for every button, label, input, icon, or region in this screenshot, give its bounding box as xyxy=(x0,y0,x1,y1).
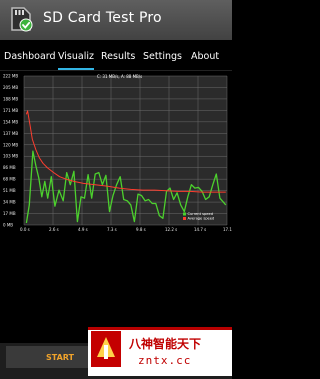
y-tick-label: 120 MB xyxy=(3,142,18,147)
app-title: SD Card Test Pro xyxy=(43,10,162,26)
y-tick-label: 17 MB xyxy=(3,211,16,216)
x-tick-label: 7.3 s xyxy=(107,227,117,232)
legend-swatch-current-speed xyxy=(183,212,186,216)
x-tick-label: 2.6 s xyxy=(49,227,59,232)
chart-annotation: C: 31 MB/s, A: 88 MB/s xyxy=(97,74,142,79)
y-tick-label: 86 MB xyxy=(3,165,16,170)
y-tick-label: 205 MB xyxy=(3,85,18,90)
x-tick-label: 12.2 s xyxy=(165,227,177,232)
y-tick-label: 137 MB xyxy=(3,131,18,136)
watermark-url: zntx.cc xyxy=(138,354,192,367)
legend-label-average-speed: Average speed xyxy=(188,217,215,221)
sd-card-icon xyxy=(11,7,33,32)
x-tick-label: 4.9 s xyxy=(78,227,88,232)
legend-label-current-speed: Current speed xyxy=(188,212,214,216)
app-bar: SD Card Test Pro xyxy=(0,0,232,40)
tab-visualization[interactable]: Visualiz xyxy=(58,51,94,62)
y-tick-label: 103 MB xyxy=(3,154,18,159)
y-tick-label: 68 MB xyxy=(3,177,16,182)
y-tick-label: 51 MB xyxy=(3,188,16,193)
tab-bar: Dashboard Visualiz Results Settings Abou… xyxy=(0,44,232,71)
tab-results[interactable]: Results xyxy=(101,51,135,62)
tab-settings[interactable]: Settings xyxy=(143,51,182,62)
legend-swatch-average-speed xyxy=(183,217,186,220)
y-tick-label: 171 MB xyxy=(3,108,18,113)
tab-about[interactable]: About xyxy=(191,51,219,62)
y-tick-label: 34 MB xyxy=(3,200,16,205)
y-tick-label: 188 MB xyxy=(3,96,18,101)
watermark-banner: 八神智能天下 zntx.cc xyxy=(88,327,232,376)
watermark-chinese-text: 八神智能天下 xyxy=(129,337,202,351)
y-tick-label: 0 MB xyxy=(3,223,13,228)
speed-chart-svg: 222 MB 205 MB 188 MB 171 MB 154 MB 137 MB 120 … xyxy=(3,74,232,233)
y-tick-label: 222 MB xyxy=(3,74,18,79)
x-tick-label: 14.7 s xyxy=(194,227,206,232)
x-tick-label: 17.1 s xyxy=(223,227,232,232)
watermark-logo-icon xyxy=(91,331,121,367)
speed-chart: 222 MB 205 MB 188 MB 171 MB 154 MB 137 MB 120 … xyxy=(0,70,232,238)
x-tick-label: 0.0 s xyxy=(20,227,30,232)
y-tick-label: 154 MB xyxy=(3,119,18,124)
x-tick-label: 9.8 s xyxy=(136,227,146,232)
tab-dashboard[interactable]: Dashboard xyxy=(4,51,56,62)
